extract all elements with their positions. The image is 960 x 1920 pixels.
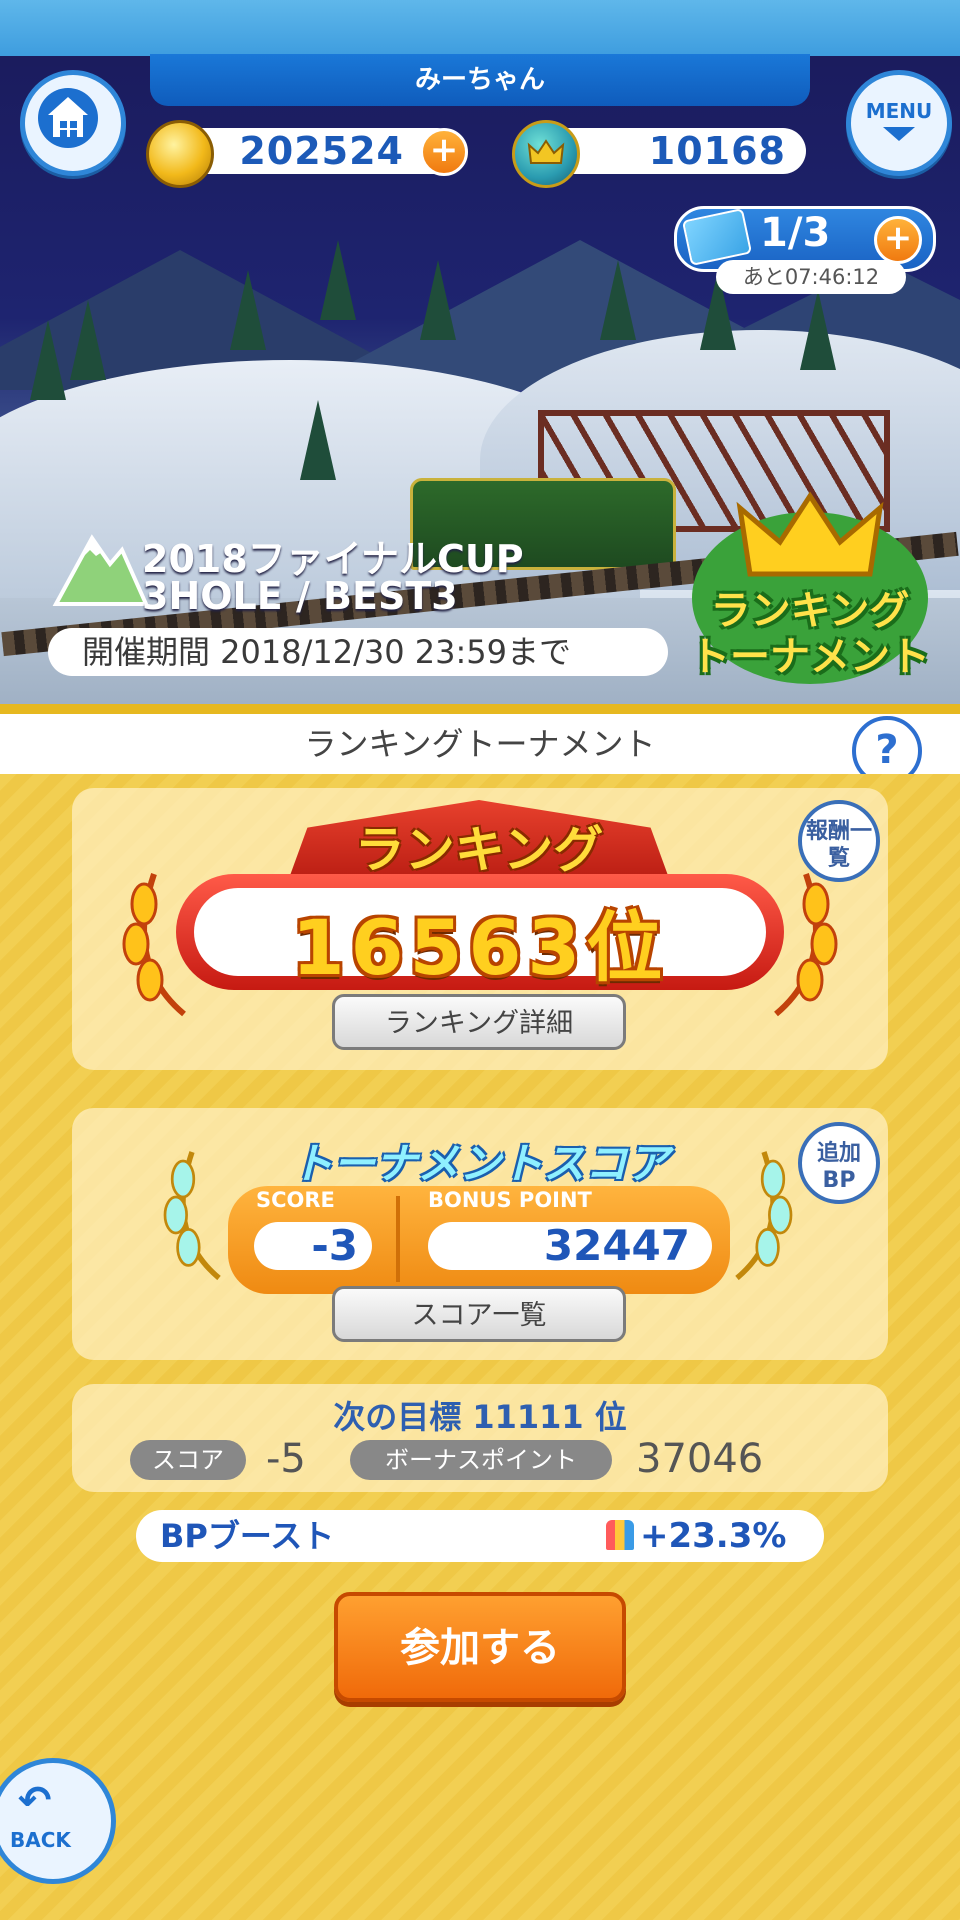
menu-label: MENU	[865, 99, 933, 123]
add-coins-button[interactable]: +	[420, 128, 468, 176]
coin-icon	[146, 120, 214, 188]
ranking-ribbon-label: ランキング	[354, 821, 604, 879]
next-bonus-tag: ボーナスポイント	[350, 1440, 612, 1480]
menu-arrow-icon	[883, 127, 915, 141]
crown-value: 10168	[648, 129, 786, 173]
crown-medal-icon	[512, 120, 580, 188]
rank-number: 16563位	[291, 903, 669, 992]
mountain-event-icon	[52, 534, 148, 606]
top-strip	[0, 0, 960, 56]
bp-icon	[606, 1520, 634, 1550]
next-bonus-value: 37046	[636, 1436, 764, 1482]
score-value: -3	[254, 1222, 372, 1270]
add-bp-button[interactable]: 追加BP	[798, 1122, 880, 1204]
divider	[0, 704, 960, 714]
event-subtitle: 3HOLE / BEST3	[142, 574, 458, 618]
score-divider	[396, 1196, 400, 1282]
pine-tree	[600, 260, 636, 340]
pine-tree	[300, 400, 336, 480]
next-score-tag: スコア	[130, 1440, 246, 1480]
bp-boost-value: +23.3%	[640, 1516, 787, 1556]
ranking-detail-button[interactable]: ランキング詳細	[332, 994, 626, 1050]
bonus-point-value: 32447	[428, 1222, 712, 1270]
tournament-score-title: トーナメントスコア	[290, 1139, 669, 1188]
home-icon	[38, 88, 98, 148]
section-title: ランキングトーナメント	[0, 714, 960, 774]
score-list-button[interactable]: スコア一覧	[332, 1286, 626, 1342]
join-button[interactable]: 参加する	[334, 1592, 626, 1702]
bp-boost-label: BPブースト	[160, 1517, 335, 1555]
pine-tree	[800, 290, 836, 370]
next-score-value: -5	[266, 1436, 306, 1482]
coin-value: 202524	[239, 129, 404, 173]
bonus-point-label: BONUS POINT	[428, 1188, 592, 1212]
back-label: BACK	[10, 1828, 71, 1852]
menu-button[interactable]: MENU	[846, 70, 952, 176]
pine-tree	[320, 240, 356, 320]
player-name: みーちゃん	[150, 54, 810, 106]
ticket-count: 1/3	[760, 210, 831, 256]
pine-tree	[230, 270, 266, 350]
badge-line-2: トーナメント	[690, 634, 930, 680]
pine-tree	[420, 260, 456, 340]
event-banner: みーちゃん MENU 202524 + 10168 1/3 + あと07:46:…	[0, 0, 960, 706]
home-button[interactable]	[20, 70, 126, 176]
pine-tree	[70, 300, 106, 380]
next-goal-text: 次の目標 11111 位	[333, 1398, 627, 1436]
event-period: 開催期間 2018/12/30 23:59まで	[48, 628, 668, 676]
add-ticket-button[interactable]: +	[874, 216, 922, 264]
pine-tree	[30, 320, 66, 400]
back-arrow-icon: ↶	[18, 1778, 52, 1824]
score-label: SCORE	[256, 1188, 335, 1212]
ticket-timer: あと07:46:12	[716, 260, 906, 294]
reward-list-button[interactable]: 報酬一覧	[798, 800, 880, 882]
crown-icon	[527, 139, 565, 164]
